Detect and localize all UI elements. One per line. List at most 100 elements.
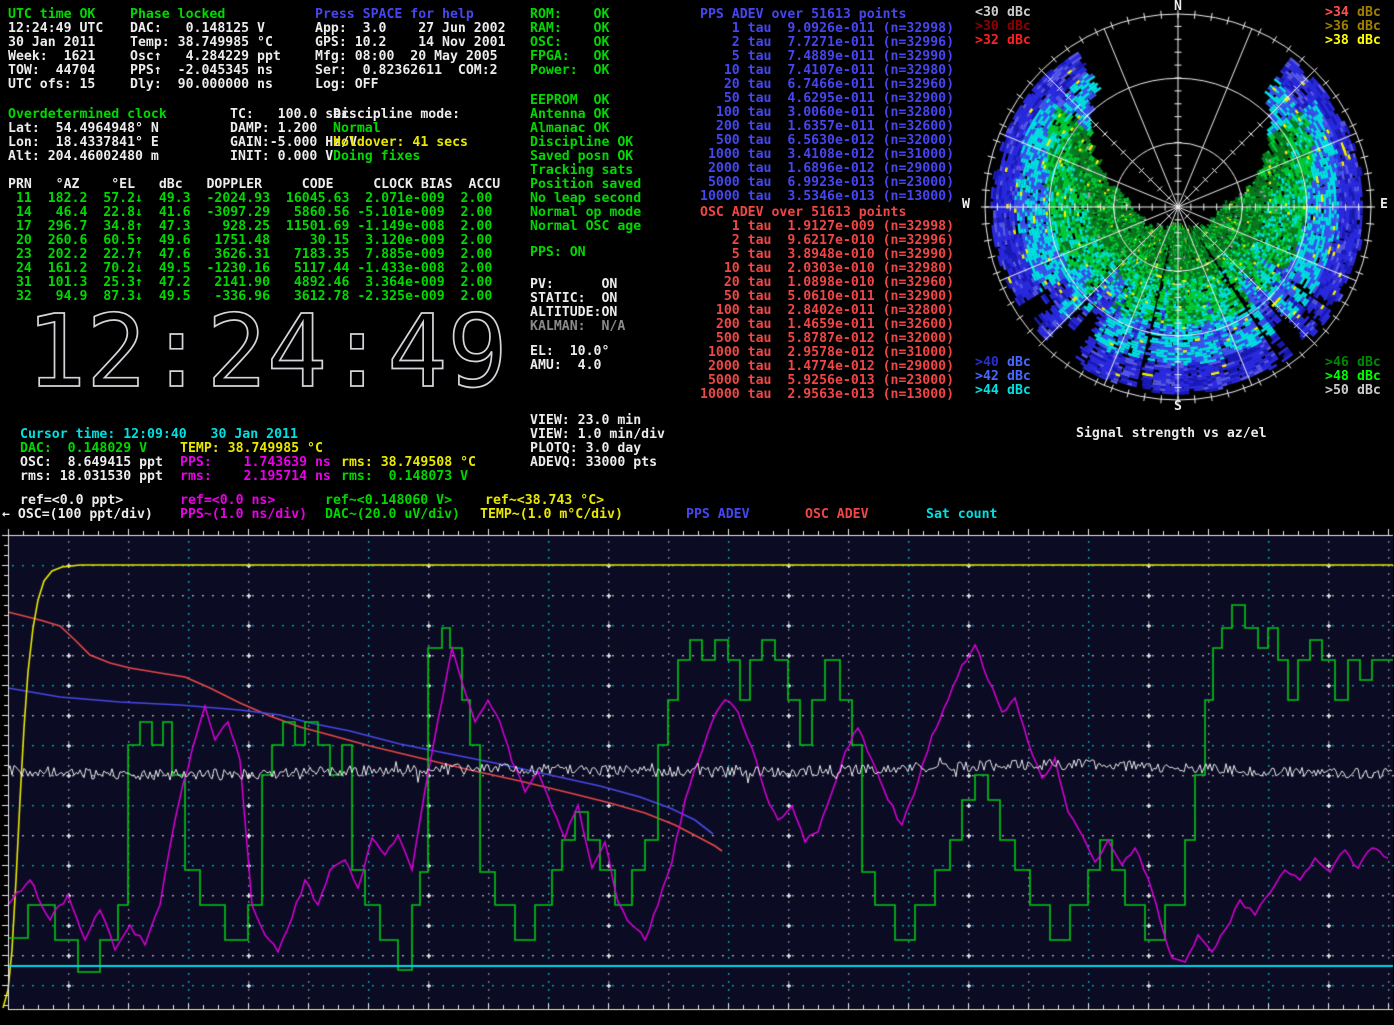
- text-row: 12:24:49 UTC: [8, 22, 103, 36]
- text-row: 500 tau 6.5630e-012 (n=32000): [700, 134, 954, 148]
- text-run: dBc: [1007, 356, 1031, 370]
- text-row: 1 tau 1.9127e-009 (n=32998): [700, 220, 954, 234]
- self-tests: ROM: OKRAM: OKOSC: OKFPGA: OKPower: OK: [530, 8, 609, 78]
- text-row: Normal: [333, 122, 468, 136]
- text-row: 1000 tau 3.4108e-012 (n=31000): [700, 148, 954, 162]
- text-row: OSC ADEV over 51613 points: [700, 206, 954, 220]
- receiver-mode: Overdetermined clockLat: 54.4964948° NLo…: [8, 108, 167, 164]
- text-row: ADEVQ: 33000 pts: [530, 456, 665, 470]
- text-row: VIEW: 1.0 min/div: [530, 428, 665, 442]
- text-run: >38: [1325, 34, 1349, 48]
- text-row: KALMAN: N/A: [530, 320, 625, 334]
- text-row: PPS↑ -2.045345 ns: [130, 64, 281, 78]
- heather-console: 12:24:49 UTC time OK12:24:49 UTC30 Jan 2…: [0, 0, 1394, 1025]
- text-row: 5000 tau 5.9256e-013 (n=23000): [700, 374, 954, 388]
- text-run: dBc: [1357, 370, 1381, 384]
- text-row: 200 tau 1.4659e-011 (n=32600): [700, 318, 954, 332]
- text-run: dBc: [1357, 20, 1381, 34]
- text-row: VIEW: 23.0 min: [530, 414, 665, 428]
- text-row: 30 Jan 2011: [8, 36, 103, 50]
- text-row: No leap second: [530, 192, 641, 206]
- text-row: 50 tau 4.6295e-011 (n=32900): [700, 92, 954, 106]
- text-row: 500 tau 5.8787e-012 (n=32000): [700, 332, 954, 346]
- text-row: 10 tau 2.0303e-010 (n=32980): [700, 262, 954, 276]
- text-row: TOW: 44704: [8, 64, 103, 78]
- text-row: Phase locked: [130, 8, 281, 22]
- text-run: >36: [1325, 20, 1349, 34]
- text-run: >32: [975, 34, 999, 48]
- text-row: 10 tau 7.4107e-011 (n=32980): [700, 64, 954, 78]
- text-run: dBc: [1007, 384, 1031, 398]
- text-row: 2 tau 7.7271e-011 (n=32996): [700, 36, 954, 50]
- text-run: TEMP: 38.749985 °C: [180, 442, 323, 456]
- text-run: dBc: [1357, 6, 1381, 20]
- polar-compass-s: S: [1174, 400, 1182, 414]
- text-row: Discipline OK: [530, 136, 641, 150]
- text-run: dBc: [1007, 34, 1031, 48]
- text-row: Doing fixes: [333, 150, 468, 164]
- text-row: 2000 tau 1.4774e-012 (n=29000): [700, 360, 954, 374]
- minor-alarms: EEPROM OKAntenna OKAlmanac OKDiscipline …: [530, 94, 641, 234]
- text-run: >44: [975, 384, 999, 398]
- text-row: 20 260.6 60.5↑ 49.6 1751.48 30.15 3.120e…: [8, 234, 500, 248]
- polar-compass-w: W: [962, 198, 970, 212]
- text-row: Press SPACE for help: [315, 8, 506, 22]
- text-run: dBc: [1007, 370, 1031, 384]
- oscillator-state: Phase lockedDAC: 0.148125 VTemp: 38.7499…: [130, 8, 281, 92]
- text-row: App: 3.0 27 Jun 2002: [315, 22, 506, 36]
- text-run: >48: [1325, 370, 1349, 384]
- text-run: rms: 2.195714 ns: [180, 470, 331, 484]
- text-row: Week: 1621: [8, 50, 103, 64]
- text-run: ← OSC=(100 ppt/div): [2, 508, 153, 522]
- text-row: 23 202.2 22.7↑ 47.6 3626.31 7183.35 7.88…: [8, 248, 500, 262]
- text-run: rms: 18.031530 ppt: [20, 470, 163, 484]
- text-row: Normal op mode: [530, 206, 641, 220]
- text-row: PV: ON: [530, 278, 625, 292]
- text-run: Sat count: [926, 508, 997, 522]
- text-row: Position saved: [530, 178, 641, 192]
- text-row: S: [1174, 400, 1182, 414]
- text-row: 100 tau 2.8402e-011 (n=32800): [700, 304, 954, 318]
- text-row: UTC ofs: 15: [8, 78, 103, 92]
- text-run: >46: [1325, 356, 1349, 370]
- text-row: 10000 tau 2.9563e-013 (n=13000): [700, 388, 954, 402]
- text-row: Osc↑ 4.284229 ppt: [130, 50, 281, 64]
- text-row: EL: 10.0°: [530, 345, 609, 359]
- text-row: Power: OK: [530, 64, 609, 78]
- text-run: dBc: [1357, 384, 1381, 398]
- text-row: Temp: 38.749985 °C: [130, 36, 281, 50]
- text-row: PLOTQ: 3.0 day: [530, 442, 665, 456]
- text-row: 2000 tau 1.6896e-012 (n=29000): [700, 162, 954, 176]
- text-row: EEPROM OK: [530, 94, 641, 108]
- text-row: PPS: ON: [530, 246, 586, 260]
- text-row: 5 tau 3.8948e-010 (n=32990): [700, 248, 954, 262]
- utc-status: UTC time OK12:24:49 UTC30 Jan 2011Week: …: [8, 8, 103, 92]
- text-row: 200 tau 1.6357e-011 (n=32600): [700, 120, 954, 134]
- text-row: OSC: OK: [530, 36, 609, 50]
- version-info: Press SPACE for helpApp: 3.0 27 Jun 2002…: [315, 8, 506, 92]
- text-run: PPS: 1.743639 ns: [180, 456, 331, 470]
- text-run: OSC ADEV: [805, 508, 869, 522]
- text-row: Log: OFF: [315, 78, 506, 92]
- text-row: N: [1174, 0, 1182, 14]
- text-run: >40: [975, 356, 999, 370]
- text-row: ROM: OK: [530, 8, 609, 22]
- text-row: 100 tau 3.0060e-011 (n=32800): [700, 106, 954, 120]
- text-run: ref=<0.0 ppt>: [20, 494, 123, 508]
- text-row: Holdover: 41 secs: [333, 136, 468, 150]
- text-run: PPS ADEV: [686, 508, 750, 522]
- text-run: PPS~(1.0 ns/div): [180, 508, 307, 522]
- text-row: 24 161.2 70.2↓ 49.5 -1230.16 5117.44 -1.…: [8, 262, 500, 276]
- text-run: OSC: 8.649415 ppt: [20, 456, 163, 470]
- text-run: DAC~(20.0 uV/div): [325, 508, 460, 522]
- text-row: Signal strength vs az/el: [1076, 427, 1267, 441]
- text-row: 2 tau 9.6217e-010 (n=32996): [700, 234, 954, 248]
- discipline-mode: Discipline mode:NormalHoldover: 41 secsD…: [333, 108, 468, 164]
- big-digital-clock: 12:24:49: [26, 302, 508, 402]
- text-row: Lon: 18.4337841° E: [8, 136, 167, 150]
- text-row: Ser: 0.82362611 COM:2: [315, 64, 506, 78]
- text-row: Normal OSC age: [530, 220, 641, 234]
- signal-filters: EL: 10.0°AMU: 4.0: [530, 345, 609, 373]
- text-row: Mfg: 08:00 20 May 2005: [315, 50, 506, 64]
- text-run: dBc: [1007, 6, 1031, 20]
